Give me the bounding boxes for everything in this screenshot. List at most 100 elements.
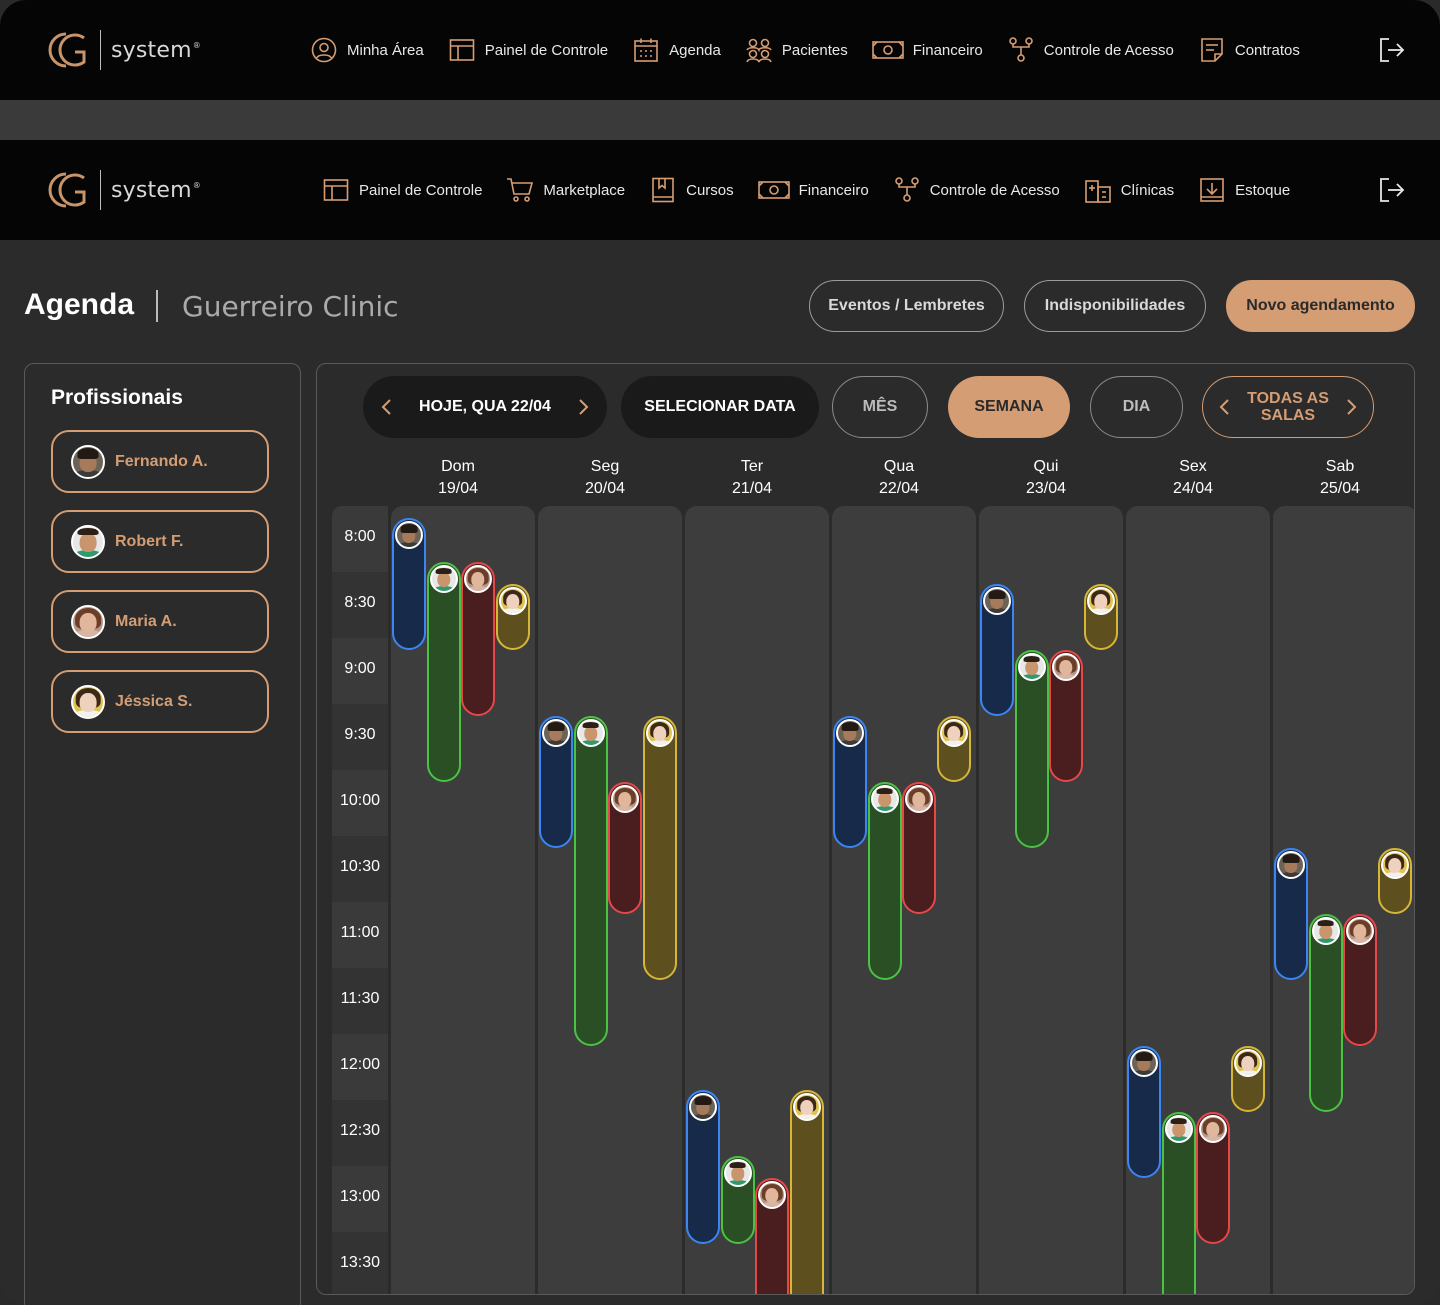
nav-clinicas[interactable]: Clínicas bbox=[1084, 176, 1174, 204]
appointment-jessica[interactable] bbox=[642, 716, 677, 980]
book-icon bbox=[649, 176, 677, 204]
second-navbar: system® Painel de Controle Marketplace C… bbox=[0, 140, 1440, 240]
nav-label: Pacientes bbox=[781, 41, 848, 59]
avatar bbox=[1380, 851, 1409, 879]
appointment-jessica[interactable] bbox=[1377, 848, 1412, 914]
nav-label: Contratos bbox=[1234, 41, 1300, 59]
avatar bbox=[1311, 917, 1340, 945]
avatar bbox=[758, 1181, 786, 1209]
nav-financeiro[interactable]: Financeiro bbox=[871, 36, 983, 64]
appointment-maria[interactable] bbox=[755, 1178, 789, 1294]
nav-estoque[interactable]: Estoque bbox=[1198, 176, 1290, 204]
select-date-button[interactable]: SELECIONAR DATA bbox=[621, 376, 819, 438]
nav-agenda[interactable]: Agenda bbox=[632, 36, 721, 64]
nav-label: Minha Área bbox=[347, 41, 424, 59]
appointment-fernando[interactable] bbox=[686, 1090, 720, 1244]
appointment-robert[interactable] bbox=[867, 782, 902, 980]
chevron-left-icon[interactable] bbox=[1215, 397, 1235, 417]
appointment-maria[interactable] bbox=[461, 562, 495, 716]
day-column[interactable] bbox=[832, 506, 976, 1294]
view-month-button[interactable]: MÊS bbox=[832, 376, 928, 438]
appointment-robert[interactable] bbox=[720, 1156, 755, 1244]
appointment-jessica[interactable] bbox=[1230, 1046, 1265, 1112]
avatar bbox=[71, 684, 105, 719]
avatar bbox=[905, 785, 933, 813]
unavailability-button[interactable]: Indisponibilidades bbox=[1024, 280, 1206, 332]
day-date: 25/04 bbox=[1319, 480, 1361, 497]
avatar bbox=[1052, 653, 1080, 681]
day-name: Dom bbox=[441, 458, 475, 475]
chevron-right-icon[interactable] bbox=[573, 397, 593, 417]
chevron-left-icon[interactable] bbox=[377, 397, 397, 417]
view-day-button[interactable]: DIA bbox=[1090, 376, 1183, 438]
nav-pacientes[interactable]: Pacientes bbox=[745, 36, 848, 64]
nav-controle-de-acesso[interactable]: Controle de Acesso bbox=[1007, 36, 1174, 64]
time-slot-label: 11:00 bbox=[340, 924, 380, 941]
professional-name: Maria A. bbox=[115, 612, 177, 630]
avatar bbox=[429, 565, 458, 593]
day-column[interactable] bbox=[1126, 506, 1270, 1294]
nav-painel-de-controle[interactable]: Painel de Controle bbox=[322, 176, 482, 204]
professional-jessica[interactable]: Jéssica S. bbox=[51, 670, 269, 733]
gc-logo-icon bbox=[42, 168, 94, 212]
appointment-robert[interactable] bbox=[1014, 650, 1049, 848]
appointment-maria[interactable] bbox=[1196, 1112, 1230, 1244]
day-column[interactable] bbox=[538, 506, 682, 1294]
day-name: Sex bbox=[1179, 458, 1207, 475]
professional-robert[interactable]: Robert F. bbox=[51, 510, 269, 573]
nav-cursos[interactable]: Cursos bbox=[649, 176, 734, 204]
dashboard-icon bbox=[322, 176, 350, 204]
day-column[interactable] bbox=[391, 506, 535, 1294]
nav-financeiro[interactable]: Financeiro bbox=[757, 176, 869, 204]
day-column[interactable] bbox=[1273, 506, 1414, 1294]
appointment-robert[interactable] bbox=[1161, 1112, 1196, 1294]
today-label[interactable]: HOJE, QUA 22/04 bbox=[419, 398, 551, 416]
appointment-fernando[interactable] bbox=[539, 716, 573, 848]
appointment-fernando[interactable] bbox=[833, 716, 867, 848]
appointment-maria[interactable] bbox=[902, 782, 936, 914]
appointment-maria[interactable] bbox=[1049, 650, 1083, 782]
day-column[interactable] bbox=[979, 506, 1123, 1294]
appointment-robert[interactable] bbox=[1308, 914, 1343, 1112]
day-header: Sex 24/04 bbox=[1120, 456, 1266, 500]
contract-icon bbox=[1198, 36, 1226, 64]
appointment-maria[interactable] bbox=[1343, 914, 1377, 1046]
nav-minha-area[interactable]: Minha Área bbox=[310, 36, 424, 64]
chevron-right-icon[interactable] bbox=[1341, 397, 1361, 417]
appointment-fernando[interactable] bbox=[1127, 1046, 1161, 1178]
nav-painel-de-controle[interactable]: Painel de Controle bbox=[448, 36, 608, 64]
nav-contratos[interactable]: Contratos bbox=[1198, 36, 1300, 64]
nav-controle-de-acesso[interactable]: Controle de Acesso bbox=[893, 176, 1060, 204]
rooms-selector[interactable]: TODAS AS SALAS bbox=[1202, 376, 1374, 438]
appointment-fernando[interactable] bbox=[392, 518, 426, 650]
appointment-jessica[interactable] bbox=[936, 716, 971, 782]
appointment-jessica[interactable] bbox=[789, 1090, 824, 1294]
new-appointment-button[interactable]: Novo agendamento bbox=[1226, 280, 1415, 332]
appointment-jessica[interactable] bbox=[495, 584, 530, 650]
day-name: Qua bbox=[883, 458, 915, 475]
appointment-fernando[interactable] bbox=[1274, 848, 1308, 980]
day-header: Ter 21/04 bbox=[679, 456, 825, 500]
appointment-robert[interactable] bbox=[573, 716, 608, 1046]
time-slot-label: 9:00 bbox=[344, 660, 376, 677]
calendar-icon bbox=[632, 36, 660, 64]
appointment-jessica[interactable] bbox=[1083, 584, 1118, 650]
day-column[interactable] bbox=[685, 506, 829, 1294]
title-separator bbox=[156, 290, 158, 322]
events-button[interactable]: Eventos / Lembretes bbox=[809, 280, 1004, 332]
nav-marketplace[interactable]: Marketplace bbox=[506, 176, 625, 204]
appointment-fernando[interactable] bbox=[980, 584, 1014, 716]
appointment-robert[interactable] bbox=[426, 562, 461, 782]
time-column: 8:00 8:30 9:00 9:30 10:00 10:30 11:00 11:30 12:0… bbox=[332, 506, 388, 1294]
logout-icon[interactable] bbox=[1378, 36, 1406, 64]
logout-icon[interactable] bbox=[1378, 176, 1406, 204]
appointment-maria[interactable] bbox=[608, 782, 642, 914]
professional-fernando[interactable]: Fernando A. bbox=[51, 430, 269, 493]
professional-maria[interactable]: Maria A. bbox=[51, 590, 269, 653]
logo-separator bbox=[100, 170, 101, 210]
time-slot-label: 8:30 bbox=[332, 572, 388, 638]
view-week-button[interactable]: SEMANA bbox=[948, 376, 1070, 438]
brand-logo[interactable]: system® bbox=[42, 28, 201, 72]
brand-logo[interactable]: system® bbox=[42, 168, 201, 212]
time-slot-label: 13:00 bbox=[339, 1188, 381, 1205]
